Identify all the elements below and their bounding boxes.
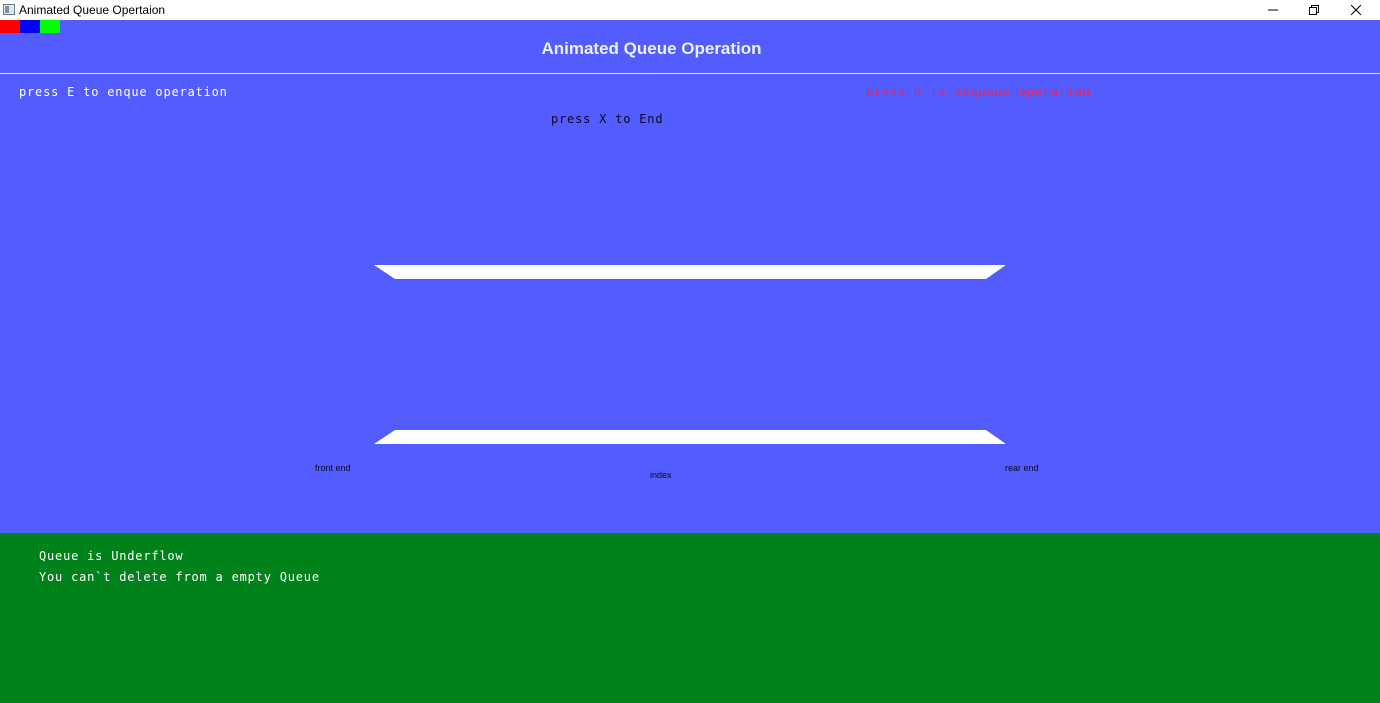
queue-drawing [374,265,1006,444]
underflow-message: Queue is Underflow [39,549,184,563]
minimize-icon [1268,9,1278,11]
restore-button[interactable] [1294,0,1334,20]
index-label: index [650,470,672,480]
queue-bottom-rail [374,430,1006,444]
window-titlebar[interactable]: Animated Queue Opertaion [0,0,1380,20]
empty-queue-message: You can`t delete from a empty Queue [39,570,320,584]
message-panel: Queue is Underflow You can`t delete from… [0,533,1380,703]
minimize-button[interactable] [1253,0,1293,20]
close-icon [1351,5,1361,15]
close-button[interactable] [1336,0,1376,20]
restore-icon [1309,5,1319,15]
window-title: Animated Queue Opertaion [19,3,166,17]
front-end-label: front end [315,463,351,473]
queue-top-rail [374,265,1006,279]
rear-end-label: rear end [1005,463,1039,473]
queue-scene: Animated Queue Operation press E to enqu… [0,20,1380,533]
app-window-icon [3,4,15,15]
